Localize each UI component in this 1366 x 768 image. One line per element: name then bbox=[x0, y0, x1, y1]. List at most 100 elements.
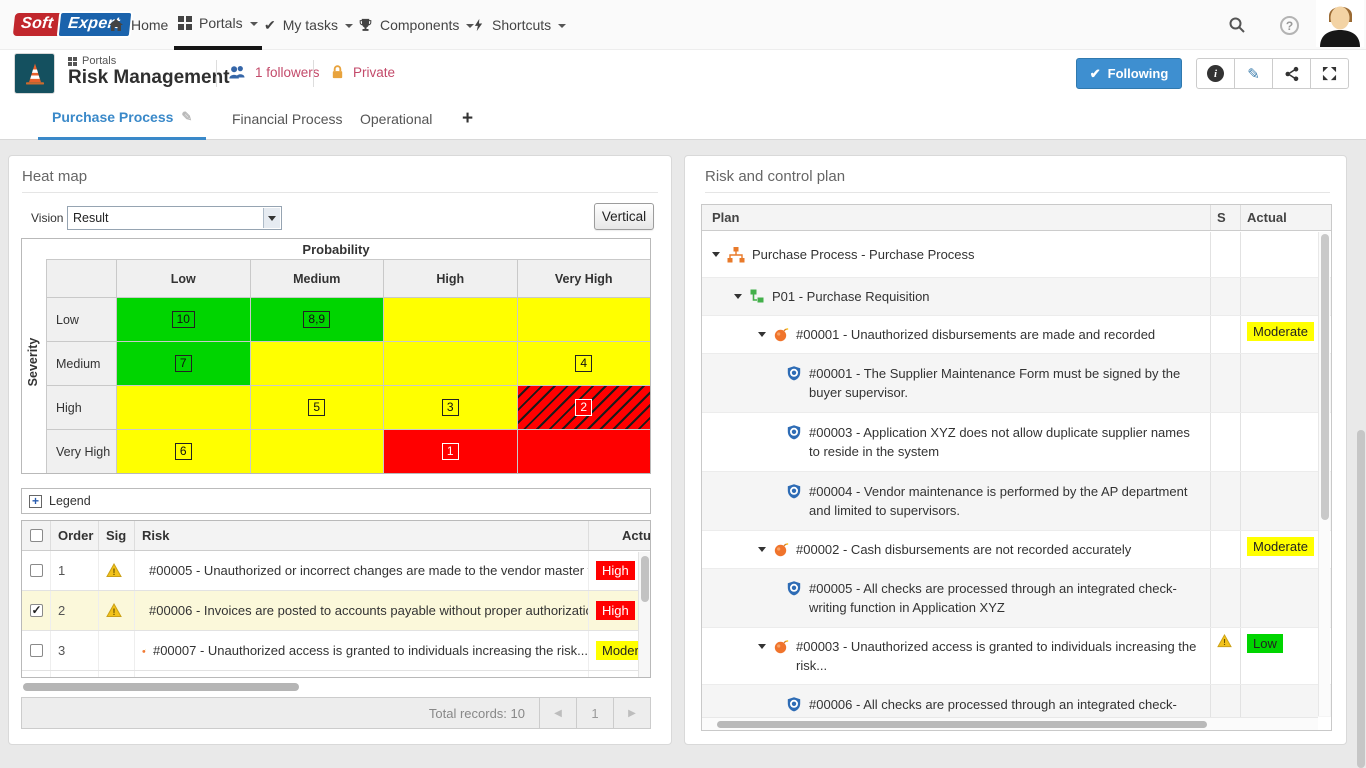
tab-operational[interactable]: Operational bbox=[346, 97, 446, 140]
heatmap-cell[interactable]: 7 bbox=[116, 341, 250, 385]
scrollbar-thumb[interactable] bbox=[641, 556, 649, 602]
tab-purchase-process[interactable]: Purchase Process ✎ bbox=[38, 97, 206, 140]
collapse-icon[interactable] bbox=[758, 332, 766, 337]
legend-bar: + Legend bbox=[21, 488, 651, 514]
risk-table: Order Sig Risk Actual 1 ! #00005 - Unaut… bbox=[21, 520, 651, 678]
heatmap-cell[interactable] bbox=[383, 297, 517, 341]
following-label: Following bbox=[1108, 66, 1169, 81]
table-horizontal-scrollbar[interactable] bbox=[23, 683, 623, 692]
collapse-icon[interactable] bbox=[712, 252, 720, 257]
heatmap-cell[interactable]: 5 bbox=[250, 385, 384, 429]
add-tab-button[interactable]: + bbox=[452, 97, 483, 140]
heatmap-cell[interactable]: 3 bbox=[383, 385, 517, 429]
following-button[interactable]: ✔ Following bbox=[1076, 58, 1182, 89]
heatmap-cell[interactable] bbox=[383, 341, 517, 385]
collapse-icon[interactable] bbox=[758, 547, 766, 552]
portal-tile[interactable] bbox=[14, 53, 55, 94]
search-button[interactable] bbox=[1228, 16, 1246, 34]
heatmap-cell[interactable] bbox=[517, 429, 651, 473]
avatar-image bbox=[1316, 0, 1364, 47]
tree-row[interactable]: #00004 - Vendor maintenance is performed… bbox=[702, 472, 1331, 531]
tree-row[interactable]: #00003 - Unauthorized access is granted … bbox=[702, 628, 1331, 685]
risk-control-plan-panel: Risk and control plan Plan S Actual Purc… bbox=[684, 155, 1347, 745]
heatmap-cell[interactable]: 6 bbox=[116, 429, 250, 473]
heatmap-cell-hatched[interactable]: 2 bbox=[517, 385, 651, 429]
tree-row[interactable]: #00003 - Application XYZ does not allow … bbox=[702, 413, 1331, 472]
heatmap-cell[interactable]: 8,9 bbox=[250, 297, 384, 341]
tree-row[interactable]: #00006 - All checks are processed throug… bbox=[702, 685, 1331, 717]
page-scrollbar-thumb[interactable] bbox=[1357, 430, 1365, 768]
control-shield-icon bbox=[786, 696, 802, 712]
home-icon bbox=[108, 17, 124, 33]
tree-row[interactable]: P01 - Purchase Requisition bbox=[702, 278, 1331, 316]
chevron-down-icon bbox=[558, 24, 566, 28]
table-row[interactable]: 1 ! #00005 - Unauthorized or incorrect c… bbox=[22, 551, 650, 591]
help-button[interactable]: ? bbox=[1280, 16, 1299, 35]
nav-item-components[interactable]: Components bbox=[354, 0, 478, 50]
order-value: 3 bbox=[58, 643, 65, 658]
tab-financial-process[interactable]: Financial Process bbox=[218, 97, 357, 140]
user-avatar[interactable] bbox=[1316, 0, 1364, 47]
nav-item-label: Components bbox=[380, 17, 459, 33]
nav-item-home[interactable]: Home bbox=[104, 0, 172, 50]
table-row[interactable]: 3 #00007 - Unauthorized access is grante… bbox=[22, 631, 650, 671]
info-button[interactable]: i bbox=[1196, 58, 1235, 89]
nav-item-portals[interactable]: Portals bbox=[174, 0, 262, 50]
heatmap-cell[interactable] bbox=[250, 341, 384, 385]
tree-row[interactable]: #00005 - All checks are processed throug… bbox=[702, 569, 1331, 628]
vertical-button[interactable]: Vertical bbox=[594, 203, 654, 230]
heatmap-cell[interactable]: 4 bbox=[517, 341, 651, 385]
table-row[interactable]: 4 ! Moderate bbox=[22, 671, 650, 678]
scrollbar-thumb[interactable] bbox=[23, 683, 299, 691]
tree-row[interactable]: #00001 - The Supplier Maintenance Form m… bbox=[702, 354, 1331, 413]
select-all-checkbox[interactable] bbox=[30, 529, 43, 542]
tree-row[interactable]: #00001 - Unauthorized disbursements are … bbox=[702, 316, 1331, 354]
legend-label: Legend bbox=[49, 494, 91, 508]
tree-row[interactable]: #00002 - Cash disbursements are not reco… bbox=[702, 531, 1331, 569]
fullscreen-button[interactable] bbox=[1310, 58, 1349, 89]
heatmap-cell[interactable] bbox=[250, 429, 384, 473]
cell-value: 10 bbox=[172, 311, 195, 328]
privacy-link[interactable]: Private bbox=[330, 64, 395, 80]
expand-legend-icon[interactable]: + bbox=[29, 495, 42, 508]
share-button[interactable] bbox=[1272, 58, 1311, 89]
row-checkbox[interactable] bbox=[30, 644, 43, 657]
tab-label: Purchase Process bbox=[52, 109, 173, 125]
breadcrumb-label: Portals bbox=[82, 55, 116, 67]
tree-item-label: #00004 - Vendor maintenance is performed… bbox=[809, 482, 1204, 520]
svg-text:!: ! bbox=[113, 607, 116, 617]
heat-map-panel: Heat map Vision Result Vertical Probabil… bbox=[8, 155, 672, 745]
probability-axis-label: Probability bbox=[22, 239, 650, 259]
edit-button[interactable]: ✎ bbox=[1234, 58, 1273, 89]
collapse-icon[interactable] bbox=[758, 644, 766, 649]
page-number: 1 bbox=[591, 706, 598, 721]
table-row[interactable]: 2 ! #00006 - Invoices are posted to acco… bbox=[22, 591, 650, 631]
control-shield-icon bbox=[786, 424, 802, 440]
row-checkbox[interactable] bbox=[30, 564, 43, 577]
heatmap-cell[interactable]: 1 bbox=[383, 429, 517, 473]
vision-select[interactable]: Result bbox=[67, 206, 282, 230]
followers-link[interactable]: 1 followers bbox=[228, 64, 320, 80]
next-page-button[interactable]: ▶ bbox=[613, 698, 650, 728]
scrollbar-thumb[interactable] bbox=[717, 721, 1207, 728]
table-vertical-scrollbar[interactable] bbox=[638, 552, 650, 677]
col-header-s: S bbox=[1210, 205, 1240, 230]
panel-title: Heat map bbox=[22, 168, 87, 185]
row-checkbox[interactable] bbox=[30, 604, 43, 617]
collapse-icon[interactable] bbox=[734, 294, 742, 299]
heatmap-cell[interactable] bbox=[517, 297, 651, 341]
breadcrumb[interactable]: Portals bbox=[68, 55, 116, 67]
tree-horizontal-scrollbar[interactable] bbox=[702, 717, 1318, 730]
heatmap-cell[interactable] bbox=[116, 385, 250, 429]
heatmap-cell[interactable]: 10 bbox=[116, 297, 250, 341]
current-page-button[interactable]: 1 bbox=[576, 698, 613, 728]
nav-item-my-tasks[interactable]: ✔ My tasks bbox=[260, 0, 357, 50]
nav-item-shortcuts[interactable]: Shortcuts bbox=[468, 0, 570, 50]
svg-text:!: ! bbox=[113, 567, 116, 577]
tree-vertical-scrollbar[interactable] bbox=[1318, 232, 1330, 716]
scrollbar-thumb[interactable] bbox=[1321, 234, 1329, 520]
portal-tabs-bar: Purchase Process ✎ Financial Process Ope… bbox=[0, 97, 1366, 140]
previous-page-button[interactable]: ◀ bbox=[539, 698, 576, 728]
tree-row[interactable]: Purchase Process - Purchase Process bbox=[702, 232, 1331, 278]
portal-header: Portals Risk Management 1 followers Priv… bbox=[0, 50, 1366, 97]
